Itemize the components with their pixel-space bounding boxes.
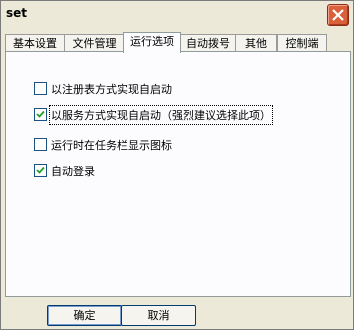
registry-autostart-label: 以注册表方式实现自启动: [51, 83, 172, 96]
auto-login-label: 自动登录: [51, 165, 95, 178]
registry-autostart-checkbox[interactable]: [34, 82, 47, 95]
taskbar-icon-checkbox[interactable]: [34, 138, 47, 151]
settings-dialog: set 基本设置 文件管理 运行选项 自动拨号 其他 控制端 以注册表方式实现自…: [0, 0, 354, 330]
close-icon: [332, 9, 344, 21]
service-autostart-label: 以服务方式实现自启动（强烈建议选择此项）: [49, 105, 273, 125]
tab-control[interactable]: 控制端: [277, 34, 327, 52]
taskbar-icon-label: 运行时在任务栏显示图标: [51, 139, 172, 152]
close-button[interactable]: [327, 4, 349, 26]
checkmark-icon: [36, 166, 45, 174]
service-autostart-checkbox[interactable]: [34, 108, 47, 121]
tab-file-management[interactable]: 文件管理: [64, 34, 125, 52]
tab-run-options[interactable]: 运行选项: [123, 32, 181, 53]
window-title: set: [6, 6, 28, 20]
auto-login-checkbox[interactable]: [34, 164, 47, 177]
checkmark-icon: [36, 110, 45, 118]
tab-other[interactable]: 其他: [235, 34, 277, 52]
cancel-button[interactable]: 取消: [121, 305, 196, 326]
run-options-panel: 以注册表方式实现自启动 以服务方式实现自启动（强烈建议选择此项） 运行时在任务栏…: [5, 51, 351, 297]
ok-button[interactable]: 确定: [47, 305, 122, 326]
tab-basic-settings[interactable]: 基本设置: [5, 34, 65, 52]
tab-auto-dial[interactable]: 自动拨号: [180, 34, 236, 52]
title-bar: set: [1, 1, 353, 27]
